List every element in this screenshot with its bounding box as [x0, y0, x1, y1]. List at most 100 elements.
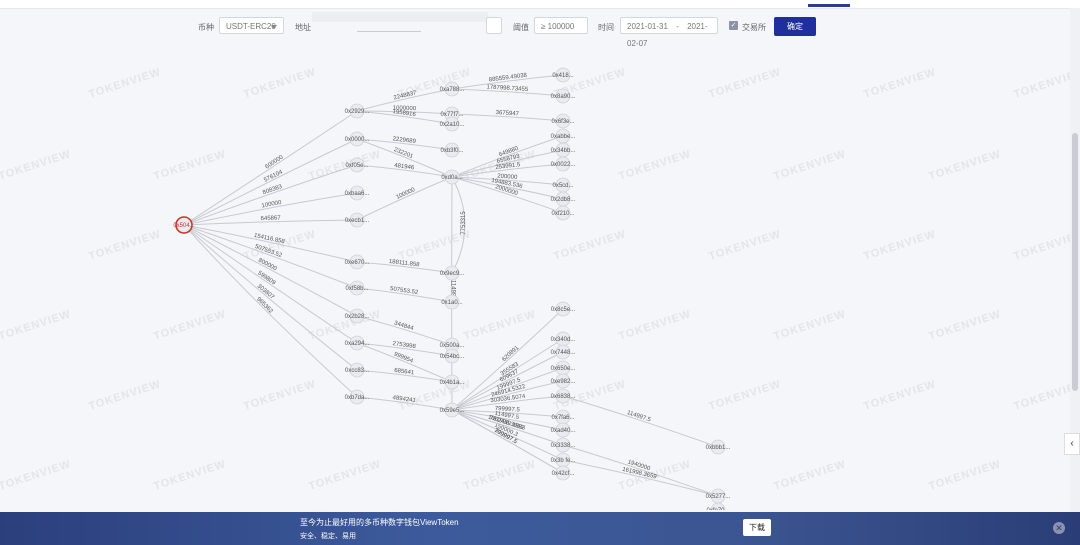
graph-node[interactable]: 0x0000... — [345, 131, 370, 147]
watermark-text: TOKENVIEW — [1012, 378, 1070, 413]
graph-node[interactable]: 0xad40... — [551, 422, 576, 438]
date-from: 2021-01-31 — [627, 22, 668, 31]
date-range-picker[interactable]: 2021-01-31 - 2021-02-07 — [620, 17, 718, 48]
graph-node[interactable]: 0x2db8... — [551, 191, 576, 207]
graph-node[interactable]: 0x34bb... — [551, 142, 576, 158]
watermark-text: TOKENVIEW — [242, 66, 317, 101]
threshold-label: 阈值 — [513, 23, 529, 32]
node-label: 0x2db8... — [551, 197, 576, 203]
node-label: 0xbbb1... — [706, 445, 731, 451]
edge-line[interactable] — [562, 395, 719, 449]
watermark-text: TOKENVIEW — [87, 66, 162, 101]
edge-value-label: 885559.49038 — [489, 73, 528, 84]
watermark-layer: TOKENVIEW TOKENVIEW TOKENVIEW TOKENVIEW TOKE… — [0, 66, 1070, 493]
edge-layer: 600000576104808383100000645867154116.858… — [183, 72, 719, 498]
node-label: 0x5277... — [706, 494, 731, 500]
edge-value-label: 481946 — [394, 163, 415, 172]
node-label: 0x9ec9... — [440, 271, 465, 277]
node-label: 0x8c5e... — [551, 307, 576, 313]
currency-select[interactable]: USDT-ERC20 — [219, 17, 284, 34]
edge-value-label: 645867 — [261, 215, 282, 222]
graph-node[interactable]: 0x2929... — [345, 103, 370, 119]
address-label: 地址 — [295, 23, 311, 32]
graph-node[interactable]: 0xa294... — [345, 335, 370, 351]
node-label: 0xa788... — [440, 87, 465, 93]
node-label: 0xf210... — [551, 211, 574, 217]
edge-value-label: 344844 — [393, 320, 415, 332]
watermark-text: TOKENVIEW — [87, 378, 162, 413]
watermark-text: TOKENVIEW — [0, 148, 73, 183]
graph-node[interactable]: 0xecb1... — [345, 212, 370, 228]
graph-node[interactable]: 0x54bc... — [440, 348, 465, 364]
watermark-text: TOKENVIEW — [242, 378, 317, 413]
graph-node[interactable]: 0x5277... — [706, 488, 731, 504]
graph-node[interactable]: 0x7448... — [551, 344, 576, 360]
node-label: 0x1a0... — [441, 300, 463, 306]
edge-line[interactable] — [356, 315, 453, 347]
graph-node[interactable]: 0xbbb1... — [706, 439, 731, 455]
edge-value-label: 999954 — [393, 352, 414, 365]
node-label: 0xe670... — [345, 260, 370, 266]
watermark-text: TOKENVIEW — [707, 228, 782, 263]
graph-node[interactable]: 0x8c5e... — [551, 301, 576, 317]
graph-node[interactable]: 0xcc83... — [345, 362, 369, 378]
scrollbar-thumb[interactable] — [1072, 133, 1078, 391]
graph-node[interactable]: 0x418... — [552, 67, 574, 83]
node-label: 0x340d... — [551, 337, 576, 343]
node-label: 0xe982... — [551, 379, 576, 385]
graph-node[interactable]: 0x2a10... — [440, 116, 465, 132]
chevron-left-icon[interactable]: ‹ — [1064, 433, 1080, 455]
graph-node[interactable]: 0x0022... — [551, 156, 576, 172]
graph-node[interactable]: 0x9ec9... — [440, 265, 465, 281]
graph-node[interactable]: 0xb3f0... — [440, 142, 464, 158]
node-label: 0x0022... — [551, 162, 576, 168]
currency-label: 币种 — [198, 23, 214, 32]
edge-line[interactable] — [356, 176, 453, 221]
time-label: 时间 — [598, 23, 614, 32]
watermark-text: TOKENVIEW — [617, 308, 692, 343]
watermark-text: TOKENVIEW — [1012, 66, 1070, 101]
watermark-text: TOKENVIEW — [772, 308, 847, 343]
download-button[interactable]: 下载 — [743, 519, 771, 536]
watermark-text: TOKENVIEW — [707, 66, 782, 101]
graph-node[interactable]: 0xe982... — [551, 373, 576, 389]
graph-node[interactable]: 0xf210... — [551, 205, 575, 221]
close-icon[interactable]: ✕ — [1053, 522, 1065, 534]
node-label: 0x504... — [173, 223, 195, 229]
node-label: 0xf05e... — [345, 163, 368, 169]
threshold-input[interactable]: ≥ 100000 — [534, 17, 588, 34]
address-input[interactable] — [486, 17, 502, 34]
node-label: 0x418... — [552, 73, 574, 79]
graph-node[interactable]: 0x650e... — [551, 360, 576, 376]
graph-node[interactable]: 0x3b fe... — [551, 452, 576, 468]
graph-node[interactable]: 0xfe70... — [706, 502, 730, 510]
confirm-button[interactable]: 确定 — [774, 17, 816, 36]
transaction-graph[interactable]: TOKENVIEW TOKENVIEW TOKENVIEW TOKENVIEW TOKE… — [0, 40, 1070, 510]
graph-node[interactable]: 0xbaa6... — [345, 185, 370, 201]
exchange-checkbox[interactable]: ✓ — [729, 21, 738, 30]
graph-node[interactable]: 0x5cd... — [552, 177, 574, 193]
node-label: 0xb3f0... — [440, 148, 463, 154]
edge-value-label: 685641 — [394, 368, 415, 377]
watermark-text: TOKENVIEW — [152, 458, 227, 493]
edge-value-label: 114997.5 — [626, 410, 652, 424]
watermark-text: TOKENVIEW — [617, 148, 692, 183]
edge-value-label: 2248837 — [393, 90, 418, 101]
graph-node[interactable]: 0xe670... — [345, 254, 370, 270]
node-label: 0xad40... — [551, 428, 576, 434]
graph-node[interactable]: 0xb7da... — [345, 389, 370, 405]
watermark-text: TOKENVIEW — [552, 228, 627, 263]
edge-value-label: 232201 — [393, 147, 414, 160]
graph-node[interactable]: 0xd0a... — [441, 169, 463, 185]
graph-node[interactable]: 0xf58b... — [345, 280, 369, 296]
banner-subtitle: 安全、稳定、易用 — [300, 533, 356, 540]
graph-node[interactable]: 0x3338... — [551, 437, 576, 453]
node-label: 0x7fa6... — [551, 415, 574, 421]
watermark-text: TOKENVIEW — [0, 458, 73, 493]
graph-node[interactable]: 0x1a0... — [441, 294, 463, 310]
graph-node[interactable]: 0x6f3e... — [551, 113, 575, 129]
address-redacted — [312, 12, 488, 22]
node-label: 0xcc83... — [345, 368, 369, 374]
graph-node[interactable]: 0xabbe... — [551, 128, 576, 144]
watermark-text: TOKENVIEW — [927, 458, 1002, 493]
